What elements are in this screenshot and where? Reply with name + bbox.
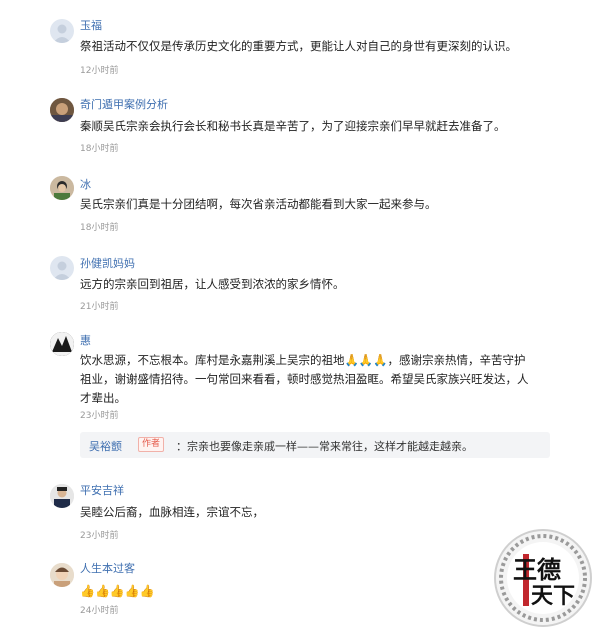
comment-time: 23小时前	[80, 411, 119, 421]
comment-username[interactable]: 惠	[80, 334, 91, 348]
default-avatar-icon[interactable]	[50, 256, 74, 280]
comment-username[interactable]: 冰	[80, 178, 91, 192]
comment-time: 23小时前	[80, 531, 119, 541]
photo-avatar-icon[interactable]	[50, 563, 74, 587]
comment-text: 吴睦公后裔，血脉相连，宗谊不忘，	[80, 505, 264, 519]
comment-time: 18小时前	[80, 223, 119, 233]
comment-time: 18小时前	[80, 144, 119, 154]
reply-username[interactable]: 吴裕颤	[89, 438, 122, 454]
photo-avatar-icon[interactable]	[50, 98, 74, 122]
comment-text: 饮水思源，不忘根本。库村是永嘉荆溪上吴宗的祖地🙏🙏🙏，感谢宗亲热情，辛苦守护祖业…	[80, 353, 529, 405]
comment-time: 24小时前	[80, 606, 119, 616]
comment-time: 21小时前	[80, 302, 119, 312]
comment-text: 秦顺吴氏宗亲会执行会长和秘书长真是辛苦了，为了迎接宗亲们早早就赶去准备了。	[80, 119, 506, 133]
comment-text: 吴氏宗亲们真是十分团结啊，每次省亲活动都能看到大家一起来参与。	[80, 197, 437, 211]
comment-time: 12小时前	[80, 66, 119, 76]
comment-username[interactable]: 奇门遁甲案例分析	[80, 98, 168, 112]
watermark-logo: 王德 天下	[493, 528, 593, 628]
comment-text: 祭祖活动不仅仅是传承历史文化的重要方式，更能让人对自己的身世有更深刻的认识。	[80, 39, 517, 53]
comment-username[interactable]: 玉福	[80, 19, 102, 33]
photo-avatar-icon[interactable]	[50, 332, 74, 356]
comment-text: 👍👍👍👍👍	[80, 584, 155, 598]
comment-text: 远方的宗亲回到祖居，让人感受到浓浓的家乡情怀。	[80, 277, 345, 291]
author-badge: 作者	[138, 437, 165, 452]
photo-avatar-icon[interactable]	[50, 484, 74, 508]
photo-avatar-icon[interactable]	[50, 176, 74, 200]
comment-username[interactable]: 孙健凯妈妈	[80, 257, 135, 271]
author-reply: 吴裕颤 作者 ：宗亲也要像走亲戚一样——常来常往，这样才能越走越亲。	[80, 432, 550, 458]
comment-username[interactable]: 人生本过客	[80, 562, 135, 576]
default-avatar-icon[interactable]	[50, 19, 74, 43]
reply-text: ：宗亲也要像走亲戚一样——常来常往，这样才能越走越亲。	[176, 440, 473, 453]
comment-username[interactable]: 平安吉祥	[80, 484, 124, 498]
